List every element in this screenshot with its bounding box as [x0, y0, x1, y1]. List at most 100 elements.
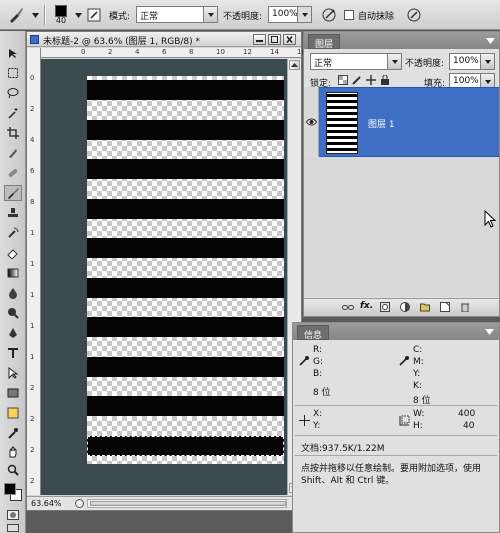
ruler-tick-label: 2: [108, 48, 113, 56]
panel-menu-icon[interactable]: [486, 38, 495, 44]
pen-tool[interactable]: [4, 325, 22, 341]
image-canvas[interactable]: [87, 76, 284, 464]
layer-style-icon[interactable]: fx.: [360, 301, 373, 311]
new-layer-icon[interactable]: [440, 302, 450, 312]
shape-tool[interactable]: [4, 385, 22, 401]
stamp-icon: [8, 208, 18, 217]
minimize-button[interactable]: [253, 34, 266, 45]
layer-opacity-value: 100%: [453, 56, 479, 66]
notes-tool[interactable]: [4, 405, 22, 421]
ruler-tick-label: 1: [30, 291, 35, 299]
panel-menu-icon[interactable]: [485, 329, 494, 335]
tablet-pressure-toggle[interactable]: [405, 4, 423, 26]
quick-mask-toggle[interactable]: [4, 507, 22, 523]
maximize-icon: [271, 36, 278, 43]
canvas-area[interactable]: [41, 59, 287, 495]
layer-opacity-input[interactable]: 100%: [449, 53, 495, 70]
move-tool[interactable]: [4, 45, 22, 61]
notes-icon: [7, 407, 19, 419]
path-select-icon: [8, 367, 19, 379]
eyedropper-tool[interactable]: [4, 425, 22, 441]
eraser-tool[interactable]: [4, 245, 22, 261]
healing-icon: [8, 169, 18, 177]
opacity-input[interactable]: 100%: [268, 6, 312, 23]
lasso-tool[interactable]: [4, 85, 22, 101]
horizontal-scrollbar[interactable]: [87, 499, 287, 508]
brush-panel-toggle[interactable]: [86, 4, 102, 26]
layer-name[interactable]: 图层 1: [368, 117, 395, 130]
ruler-tick-label: 12: [243, 48, 252, 56]
layer-row-selected[interactable]: 图层 1: [319, 87, 499, 157]
info-w-value: 400: [458, 409, 476, 419]
maximize-button[interactable]: [268, 34, 281, 45]
link-layers-icon[interactable]: [342, 303, 354, 312]
new-group-icon[interactable]: [420, 302, 430, 312]
mode-select[interactable]: 正常: [136, 6, 218, 23]
history-brush-tool[interactable]: [4, 225, 22, 241]
magic-wand-tool[interactable]: [4, 105, 22, 121]
marquee-tool[interactable]: [4, 65, 22, 81]
scroll-thumb[interactable]: [90, 501, 286, 506]
screen-mode-icon: [7, 524, 19, 532]
color-swatch-icon[interactable]: [4, 483, 16, 495]
status-info-icon[interactable]: [75, 499, 84, 508]
thumbnail-stripe: [327, 106, 357, 109]
type-tool[interactable]: [4, 345, 22, 361]
blend-mode-select[interactable]: 正常: [310, 53, 402, 70]
gradient-tool[interactable]: [4, 265, 22, 281]
blur-tool[interactable]: [4, 285, 22, 301]
zoom-tool[interactable]: [4, 462, 22, 478]
history-brush-icon: [8, 227, 19, 238]
slice-tool[interactable]: [4, 145, 22, 161]
path-select-tool[interactable]: [4, 365, 22, 381]
adjustment-layer-icon[interactable]: [400, 302, 410, 312]
airbrush-toggle[interactable]: [320, 4, 338, 26]
ruler-tick-label: 1: [30, 353, 35, 361]
document-icon: [30, 35, 39, 44]
close-button[interactable]: [283, 34, 296, 45]
screen-mode-toggle[interactable]: [4, 523, 22, 533]
tab-label: 图层: [315, 40, 334, 50]
tab-layers[interactable]: 图层: [308, 34, 341, 50]
color-swatches[interactable]: [3, 480, 23, 504]
crop-tool[interactable]: [4, 125, 22, 141]
hand-icon: [9, 446, 17, 458]
info-m-label: M:: [413, 357, 424, 367]
chevron-down-icon: [74, 12, 82, 18]
document-window: 未标题-2 @ 63.6% (图层 1, RGB/8) * 0 2 4 6 8 10 12 1…: [26, 31, 306, 511]
healing-tool[interactable]: [4, 165, 22, 181]
brush-size-dropdown[interactable]: [73, 4, 83, 26]
ruler-tick-label: 8: [189, 48, 194, 56]
auto-erase-checkbox[interactable]: [343, 4, 355, 26]
hand-tool[interactable]: [4, 444, 22, 460]
lock-all-icon[interactable]: [380, 75, 390, 85]
brush-tool[interactable]: [4, 185, 22, 201]
ruler-tick-label: 2: [30, 384, 35, 392]
info-y-pos-label: Y:: [313, 421, 321, 431]
brush-preset-dropdown[interactable]: [30, 4, 40, 26]
stamp-tool[interactable]: [4, 205, 22, 221]
lock-pixels-icon[interactable]: [352, 75, 362, 85]
black-stripe: [87, 277, 284, 298]
crop-icon: [7, 127, 19, 139]
ruler-horizontal[interactable]: 0 2 4 6 8 10 12 14 16: [41, 48, 306, 58]
info-k-label: K:: [413, 381, 422, 391]
airbrush-icon: [322, 8, 336, 22]
document-titlebar[interactable]: 未标题-2 @ 63.6% (图层 1, RGB/8) *: [27, 32, 301, 47]
lock-position-icon[interactable]: [366, 75, 376, 85]
layer-visibility-toggle[interactable]: [304, 87, 319, 157]
layer-thumbnail: [326, 92, 358, 154]
scroll-up-button[interactable]: [289, 60, 300, 70]
brush-preset-button[interactable]: [3, 4, 29, 26]
thumbnail-stripe: [327, 136, 357, 139]
delete-layer-icon[interactable]: [460, 302, 470, 312]
ruler-tick-label: 2: [30, 477, 35, 485]
lock-transparency-icon[interactable]: [338, 75, 348, 85]
ruler-vertical[interactable]: 0 2 4 6 8 1 1 1 1 1 2 2 2 2: [27, 48, 41, 495]
tab-info[interactable]: 信息: [297, 325, 330, 341]
dodge-tool[interactable]: [4, 305, 22, 321]
add-mask-icon[interactable]: [380, 302, 390, 312]
ruler-tick-label: 14: [270, 48, 279, 56]
zoom-level[interactable]: 63.64%: [31, 499, 62, 508]
brush-size-picker[interactable]: 40: [49, 4, 73, 26]
